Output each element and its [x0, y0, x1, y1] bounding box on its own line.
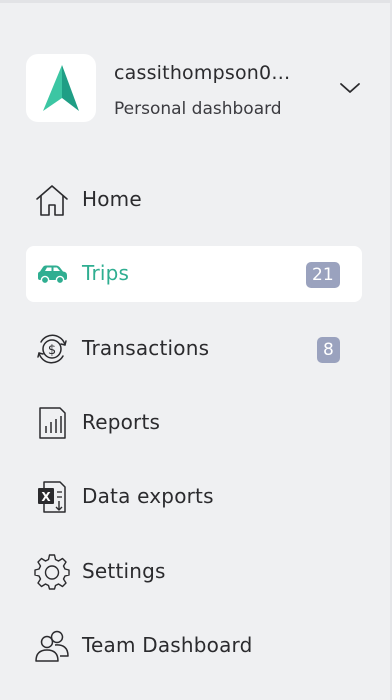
sidebar-item-team-dashboard[interactable]: Team Dashboard: [26, 618, 362, 674]
sidebar-item-transactions[interactable]: $ Transactions 8: [26, 321, 362, 377]
sidebar-item-label: Data exports: [82, 484, 214, 508]
car-icon: [38, 265, 67, 285]
svg-text:$: $: [48, 343, 56, 358]
chevron-down-icon[interactable]: [338, 80, 362, 96]
sidebar-item-label: Team Dashboard: [82, 633, 253, 657]
app-logo: [26, 54, 96, 122]
dollar-cycle-icon: $: [37, 334, 67, 364]
sidebar-item-reports[interactable]: Reports: [26, 395, 362, 451]
report-chart-icon: [39, 407, 66, 439]
sidebar-item-label: Transactions: [82, 336, 210, 360]
excel-export-icon: X: [38, 481, 66, 513]
sidebar-item-settings[interactable]: Settings: [26, 544, 362, 600]
sidebar-item-label: Home: [82, 187, 142, 211]
sidebar-item-data-exports[interactable]: X Data exports: [26, 469, 362, 525]
count-badge: 8: [317, 337, 340, 363]
top-border: [0, 0, 392, 3]
sidebar-item-label: Reports: [82, 410, 161, 434]
home-icon: [36, 185, 68, 216]
sidebar-item-label: Settings: [82, 559, 166, 583]
gear-icon: [34, 554, 70, 590]
logo-arrow-icon: [43, 65, 79, 111]
sidebar-item-home[interactable]: Home: [26, 172, 362, 228]
svg-text:X: X: [41, 490, 51, 504]
sidebar-item-label: Trips: [82, 261, 130, 285]
account-switcher[interactable]: cassithompson0… Personal dashboard: [26, 54, 366, 124]
account-subtitle: Personal dashboard: [114, 99, 282, 119]
account-name: cassithompson0…: [114, 62, 291, 84]
count-badge: 21: [306, 262, 340, 288]
sidebar-item-trips[interactable]: Trips 21: [26, 246, 362, 302]
team-icon: [35, 630, 69, 662]
